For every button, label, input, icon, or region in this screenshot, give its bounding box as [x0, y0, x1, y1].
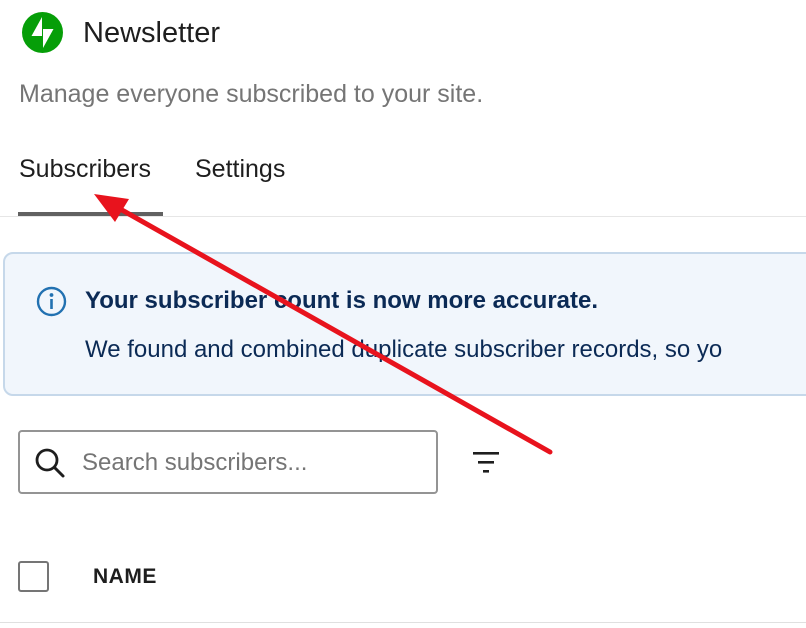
notice-title: Your subscriber count is now more accura… — [85, 287, 599, 314]
info-icon — [36, 286, 67, 317]
filter-icon[interactable] — [470, 448, 502, 478]
search-icon — [33, 446, 67, 480]
jetpack-logo-icon — [22, 12, 63, 53]
notice-body: We found and combined duplicate subscrib… — [85, 336, 723, 363]
page-title: Newsletter — [83, 17, 220, 49]
search-input[interactable] — [82, 444, 422, 482]
column-header-name[interactable]: NAME — [93, 565, 157, 589]
tab-subscribers[interactable]: Subscribers — [19, 154, 151, 184]
info-notice — [3, 252, 806, 396]
tabs-divider — [0, 216, 806, 217]
select-all-checkbox[interactable] — [18, 561, 49, 592]
tab-settings[interactable]: Settings — [195, 154, 285, 184]
active-tab-indicator — [18, 212, 163, 216]
table-header-divider — [0, 622, 806, 623]
page-subtitle: Manage everyone subscribed to your site. — [19, 80, 484, 108]
